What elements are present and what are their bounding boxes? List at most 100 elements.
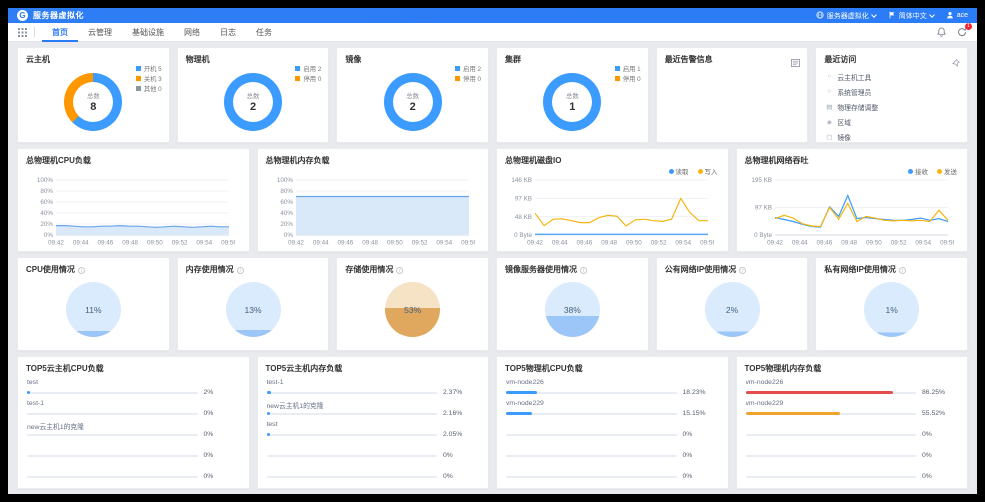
chart-legend-item[interactable]: 写入 <box>698 166 718 176</box>
gauge-card-0: CPU使用情况i11% <box>17 257 170 351</box>
top5-bar-track <box>267 413 438 415</box>
menu-item-5[interactable]: 任务 <box>246 23 282 42</box>
top5-item-label <box>506 463 719 472</box>
svg-text:100%: 100% <box>37 177 54 184</box>
menu-item-2[interactable]: 基础设施 <box>122 23 174 42</box>
dashboard-content: 云主机开机 5关机 3其他 0总数8物理机启用 2停用 0总数2镜像启用 2停用… <box>8 42 977 494</box>
chart-canvas: 0 Byte48 KB97 KB146 KB09:4209:4409:4609:… <box>502 176 714 246</box>
svg-text:09:54: 09:54 <box>675 240 691 247</box>
recent-visit-link[interactable]: ▤物理存储调整 <box>816 99 967 114</box>
refresh-alert-icon[interactable]: 1 <box>957 27 967 37</box>
chart-legend-item[interactable]: 读取 <box>669 166 689 176</box>
pin-icon[interactable] <box>952 54 960 72</box>
chart-canvas: 0 Byte97 KB195 KB09:4209:4409:4609:4809:… <box>742 176 954 246</box>
recent-visit-link[interactable]: ▢镜像 <box>816 130 967 145</box>
legend-label: 开机 5 <box>144 64 162 73</box>
chart-card-1: 总物理机内存负载0%20%40%60%80%100%09:4209:4409:4… <box>257 148 490 252</box>
legend-item: 启用 2 <box>455 64 481 73</box>
user-icon <box>946 11 954 21</box>
top5-bar-track <box>746 392 917 394</box>
chart-legend-label: 接收 <box>915 169 928 176</box>
chart-legend-label: 写入 <box>705 169 718 176</box>
top5-bar-line: 0% <box>267 472 480 481</box>
chart-area: 0%20%40%60%80%100%09:4209:4409:4609:4809… <box>263 176 475 251</box>
chart-card-3: 总物理机网络吞吐接收发送0 Byte97 KB195 KB09:4209:440… <box>736 148 969 252</box>
svg-text:60%: 60% <box>40 199 53 206</box>
topbar-menu-label: ace <box>957 12 968 19</box>
summary-row: 云主机开机 5关机 3其他 0总数8物理机启用 2停用 0总数2镜像启用 2停用… <box>17 47 968 143</box>
top5-bar-fill <box>506 391 537 394</box>
topbar-menu-flag[interactable]: 简体中文 <box>888 11 934 21</box>
menu-item-1[interactable]: 云管理 <box>78 23 122 42</box>
globe-icon <box>816 11 824 21</box>
info-icon[interactable]: i <box>396 267 403 274</box>
menu-item-3[interactable]: 网络 <box>174 23 210 42</box>
info-icon[interactable]: i <box>580 267 587 274</box>
chart-legend-item[interactable]: 接收 <box>908 166 928 176</box>
svg-text:0 Byte: 0 Byte <box>514 232 532 239</box>
recent-visit-label: 云主机工具 <box>837 72 871 82</box>
svg-text:80%: 80% <box>280 188 293 195</box>
bell-icon[interactable] <box>937 27 946 37</box>
menubar-items: 首页云管理基础设施网络日志任务 <box>42 23 282 42</box>
recent-visit-link[interactable]: ◈区域 <box>816 115 967 130</box>
top5-item-value: 0% <box>922 452 958 459</box>
chart-legend: 接收 发送 <box>908 166 957 176</box>
top5-bar-track <box>27 434 198 436</box>
top5-item-value: 0% <box>204 452 240 459</box>
svg-text:195 KB: 195 KB <box>751 177 772 184</box>
top5-bar-track <box>267 392 438 394</box>
top5-item-value: 0% <box>922 431 958 438</box>
top5-bar-fill <box>267 433 271 436</box>
recent-visit-link[interactable]: ○ 云主机工具 <box>816 69 967 84</box>
top5-bar-line: 2% <box>27 388 240 397</box>
donut-legend: 开机 5关机 3其他 0 <box>136 64 162 93</box>
gauge-percent: 1% <box>886 305 898 315</box>
flag-icon <box>888 11 896 21</box>
top5-bar-fill <box>506 412 532 415</box>
top5-bar-fill <box>267 412 271 415</box>
info-icon[interactable]: i <box>899 267 906 274</box>
info-icon[interactable]: i <box>739 267 746 274</box>
gauge-title-text: 公有网络IP使用情况 <box>665 265 737 274</box>
top5-item-label <box>267 442 480 451</box>
menu-item-0[interactable]: 首页 <box>42 23 78 42</box>
alarm-card: 最近告警信息 <box>656 47 809 143</box>
host-icon: ○ <box>825 73 833 80</box>
top5-bar-fill <box>746 391 893 394</box>
top5-bar-line: 2.16% <box>267 409 480 418</box>
gauges-row: CPU使用情况i11%内存使用情况i13%存储使用情况i53%镜像服务器使用情况… <box>17 257 968 351</box>
list-icon[interactable] <box>791 54 800 72</box>
info-icon[interactable]: i <box>78 267 85 274</box>
menu-item-4[interactable]: 日志 <box>210 23 246 42</box>
top5-item-label: test-1 <box>27 400 240 409</box>
info-icon[interactable]: i <box>237 267 244 274</box>
apps-grid-icon[interactable] <box>18 28 27 37</box>
topbar-menu-globe[interactable]: 服务器虚拟化 <box>816 11 876 21</box>
chart-canvas: 0%20%40%60%80%100%09:4209:4409:4609:4809… <box>23 176 235 246</box>
top5-item-label <box>506 421 719 430</box>
top5-item-value: 0% <box>204 410 240 417</box>
top5-row-item: test-12.37% <box>258 376 489 397</box>
top5-item-value: 18.23% <box>683 389 719 396</box>
svg-text:97 KB: 97 KB <box>515 196 532 203</box>
donut-chart: 总数2 <box>384 73 442 131</box>
svg-text:0%: 0% <box>44 232 54 239</box>
topbar-menu-user[interactable]: ace <box>946 11 968 21</box>
chart-legend-item[interactable]: 发送 <box>937 166 957 176</box>
top5-item-label <box>27 442 240 451</box>
svg-text:80%: 80% <box>40 188 53 195</box>
legend-swatch <box>295 66 300 71</box>
donut-total-value: 8 <box>90 101 96 113</box>
top5-bar-line: 0% <box>27 451 240 460</box>
top5-card-3: TOP5物理机内存负载vm-node22686.25%vm-node22955.… <box>736 356 969 489</box>
donut-center: 总数2 <box>384 73 442 131</box>
svg-text:09:56: 09:56 <box>940 240 954 247</box>
top5-bar-fill <box>746 412 841 415</box>
donut-total-value: 2 <box>410 101 416 113</box>
top5-item-value: 0% <box>683 473 719 480</box>
top5-item-label <box>746 463 959 472</box>
recent-visit-link[interactable]: ○系统管理员 <box>816 84 967 99</box>
summary-card-2: 镜像启用 2停用 0总数2 <box>336 47 489 143</box>
top5-row-item: 0% <box>497 439 728 460</box>
